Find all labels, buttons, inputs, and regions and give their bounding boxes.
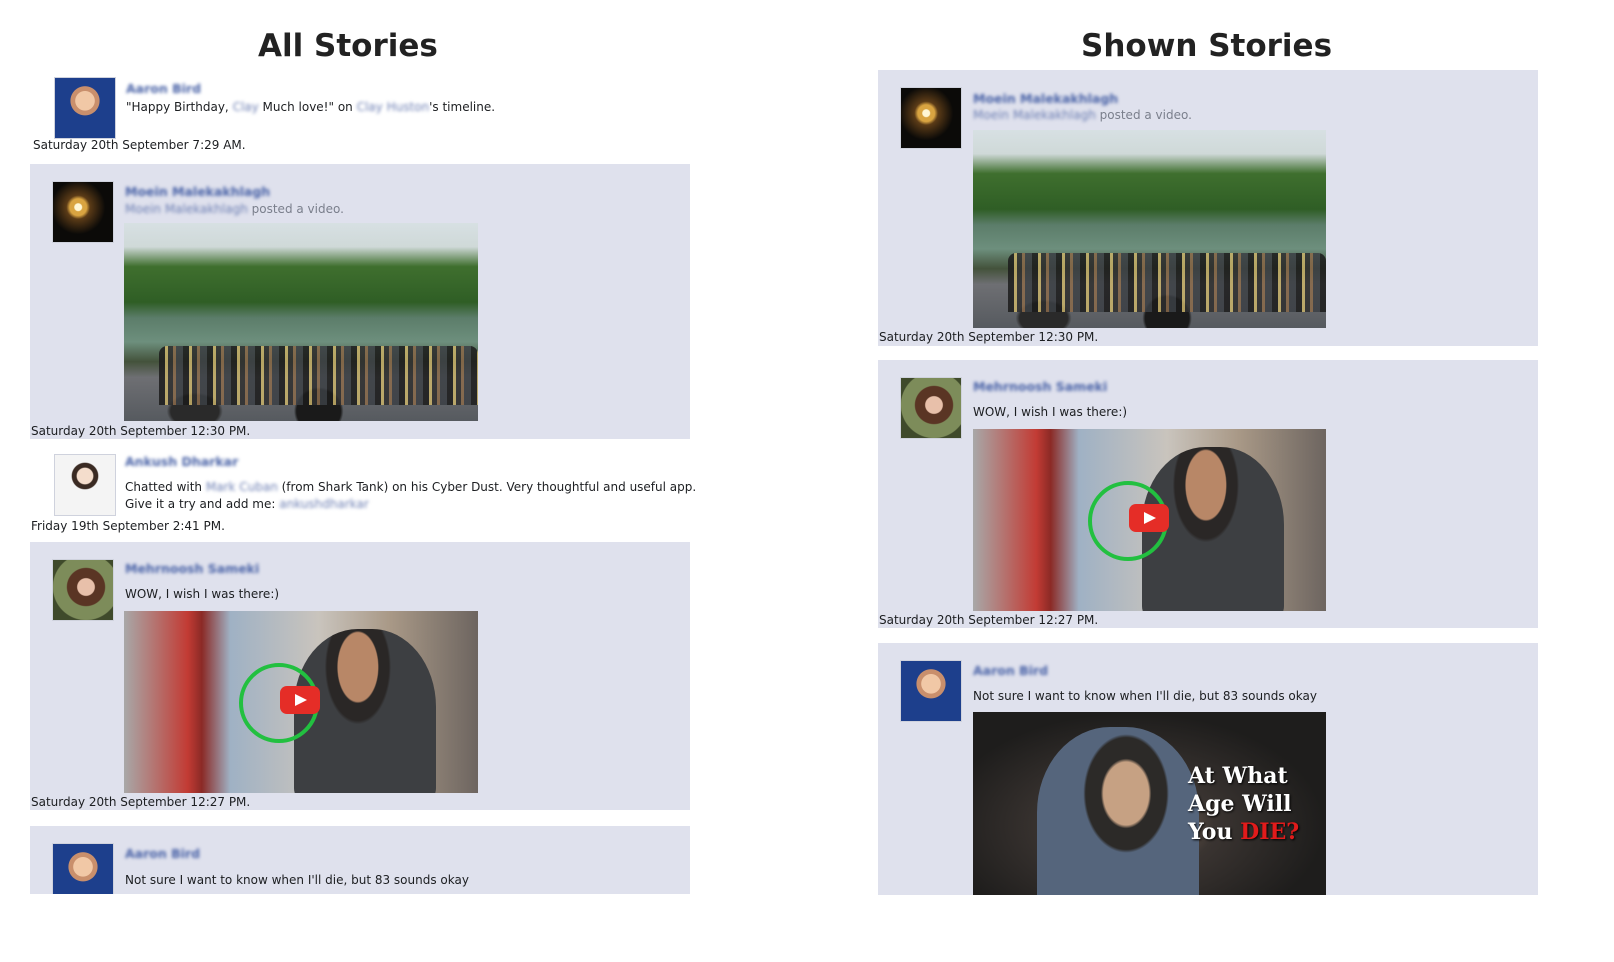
video-thumbnail[interactable] (124, 611, 478, 793)
play-icon[interactable] (1129, 504, 1169, 532)
author-name[interactable]: Mehrnoosh Sameki (973, 379, 1107, 394)
author-name-inline[interactable]: Moein Malekakhlagh (125, 202, 248, 216)
story-text: Give it a try and add me: ankushdharkar (125, 497, 369, 511)
video-thumbnail[interactable] (973, 429, 1326, 611)
avatar[interactable] (55, 455, 115, 515)
crowd-shape (1008, 252, 1326, 313)
author-name[interactable]: Ankush Dharkar (125, 454, 238, 469)
avatar[interactable] (901, 378, 961, 438)
avatar[interactable] (53, 182, 113, 242)
story-text: Not sure I want to know when I'll die, b… (973, 689, 1317, 703)
crowd-shape (159, 345, 478, 406)
timestamp: Saturday 20th September 12:30 PM. (31, 424, 251, 438)
story-card: Moein Malekakhlagh Moein Malekakhlagh po… (30, 164, 690, 439)
tagged-name[interactable]: Mark Cuban (206, 480, 278, 494)
story-card: Aaron Bird "Happy Birthday, Clay Much lo… (30, 70, 690, 158)
video-thumbnail[interactable] (973, 130, 1326, 328)
tagged-name[interactable]: Clay Huston (357, 100, 430, 114)
story-card: Ankush Dharkar Chatted with Mark Cuban (… (30, 445, 696, 537)
story-card: Moein Malekakhlagh Moein Malekakhlagh po… (878, 70, 1538, 346)
post-image[interactable]: At What Age Will You DIE? (973, 712, 1326, 895)
timestamp: Saturday 20th September 7:29 AM. (33, 138, 246, 152)
play-icon[interactable] (280, 686, 320, 714)
author-name[interactable]: Moein Malekakhlagh (125, 184, 270, 199)
timestamp: Friday 19th September 2:41 PM. (31, 519, 225, 533)
story-subline: Moein Malekakhlagh posted a video. (125, 202, 344, 216)
left-column-title: All Stories (258, 28, 438, 64)
timestamp: Saturday 20th September 12:30 PM. (879, 330, 1099, 344)
story-card: Aaron Bird Not sure I want to know when … (30, 826, 690, 894)
story-text: "Happy Birthday, Clay Much love!" on Cla… (126, 100, 496, 114)
avatar[interactable] (53, 560, 113, 620)
story-text: Not sure I want to know when I'll die, b… (125, 873, 469, 887)
author-name[interactable]: Aaron Bird (125, 846, 200, 861)
story-card: Aaron Bird Not sure I want to know when … (878, 643, 1538, 895)
avatar[interactable] (901, 661, 961, 721)
person-shape (1036, 727, 1199, 895)
right-column-title: Shown Stories (1081, 28, 1333, 64)
author-name[interactable]: Moein Malekakhlagh (973, 91, 1118, 106)
story-text: WOW, I wish I was there:) (973, 405, 1128, 419)
story-card: Mehrnoosh Sameki WOW, I wish I was there… (30, 542, 690, 810)
tagged-name[interactable]: Clay (233, 100, 259, 114)
avatar[interactable] (901, 88, 961, 148)
author-name-inline[interactable]: Moein Malekakhlagh (973, 108, 1096, 122)
avatar[interactable] (53, 844, 113, 894)
timestamp: Saturday 20th September 12:27 PM. (31, 795, 251, 809)
author-name[interactable]: Mehrnoosh Sameki (125, 561, 259, 576)
author-name[interactable]: Aaron Bird (973, 663, 1048, 678)
timestamp: Saturday 20th September 12:27 PM. (879, 613, 1099, 627)
story-text: WOW, I wish I was there:) (125, 587, 280, 601)
video-thumbnail[interactable] (124, 223, 478, 421)
story-text: Chatted with Mark Cuban (from Shark Tank… (125, 480, 697, 494)
image-caption: At What Age Will You DIE? (1188, 763, 1300, 845)
avatar[interactable] (55, 78, 115, 138)
username[interactable]: ankushdharkar (279, 497, 369, 511)
author-name[interactable]: Aaron Bird (126, 81, 201, 96)
story-subline: Moein Malekakhlagh posted a video. (973, 108, 1192, 122)
story-card: Mehrnoosh Sameki WOW, I wish I was there… (878, 360, 1538, 628)
